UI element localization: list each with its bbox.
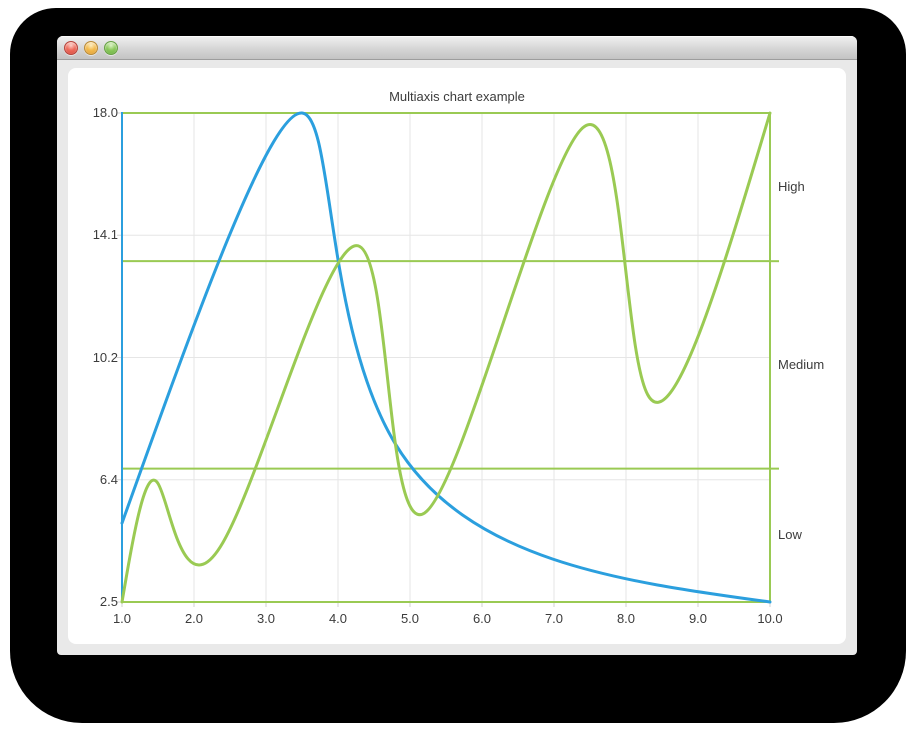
desktop-background: Multiaxis chart example 2.56.410.214.118… <box>0 0 914 736</box>
chart-panel: Multiaxis chart example 2.56.410.214.118… <box>68 68 846 644</box>
x-axis-tick-label: 1.0 <box>97 611 147 627</box>
x-axis-tick-label: 6.0 <box>457 611 507 627</box>
chart-plot-area <box>68 68 846 644</box>
x-axis-tick-label: 8.0 <box>601 611 651 627</box>
close-button[interactable] <box>64 41 78 55</box>
x-axis-tick-label: 2.0 <box>169 611 219 627</box>
x-axis-tick-label: 7.0 <box>529 611 579 627</box>
left-axis-tick-label: 18.0 <box>68 105 118 121</box>
category-label-medium: Medium <box>778 357 848 373</box>
zoom-button[interactable] <box>104 41 118 55</box>
category-label-low: Low <box>778 527 848 543</box>
x-axis-tick-label: 10.0 <box>745 611 795 627</box>
app-window: Multiaxis chart example 2.56.410.214.118… <box>57 36 857 655</box>
minimize-button[interactable] <box>84 41 98 55</box>
titlebar[interactable] <box>57 36 857 60</box>
left-axis-tick-label: 6.4 <box>68 472 118 488</box>
left-axis-tick-label: 2.5 <box>68 594 118 610</box>
left-axis-tick-label: 10.2 <box>68 350 118 366</box>
left-axis-tick-label: 14.1 <box>68 227 118 243</box>
category-label-high: High <box>778 179 848 195</box>
x-axis-tick-label: 5.0 <box>385 611 435 627</box>
x-axis-tick-label: 9.0 <box>673 611 723 627</box>
x-axis-tick-label: 4.0 <box>313 611 363 627</box>
x-axis-tick-label: 3.0 <box>241 611 291 627</box>
